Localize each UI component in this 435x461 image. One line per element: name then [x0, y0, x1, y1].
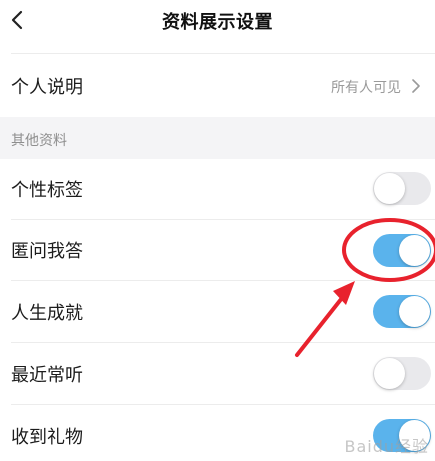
- toggle-label: 匿问我答: [11, 241, 83, 262]
- toggle-label: 最近常听: [11, 365, 83, 386]
- toggle-knob: [399, 296, 430, 327]
- toggle-row-tags: 个性标签: [0, 159, 435, 219]
- recently-listened-toggle[interactable]: [373, 357, 431, 390]
- toggle-label: 收到礼物: [11, 427, 83, 448]
- page-title: 资料展示设置: [162, 12, 273, 33]
- toggle-row-achievements: 人生成就: [0, 281, 435, 342]
- section-title: 其他资料: [11, 133, 67, 149]
- toggle-label: 个性标签: [11, 180, 83, 201]
- toggle-knob: [374, 358, 405, 389]
- anonymous-qa-toggle[interactable]: [373, 234, 431, 267]
- personal-note-visibility: 所有人可见: [331, 80, 401, 96]
- chevron-right-icon: [412, 79, 420, 93]
- toggle-row-anonymous-qa: 匿问我答: [0, 220, 435, 280]
- section-header-other-info: 其他资料: [0, 117, 435, 159]
- nav-bar: 资料展示设置: [0, 0, 435, 44]
- toggle-knob: [399, 235, 430, 266]
- watermark: Baidu经验: [344, 437, 429, 456]
- personal-note-row[interactable]: 个人说明 所有人可见: [0, 54, 435, 117]
- achievements-toggle[interactable]: [373, 295, 431, 328]
- personal-note-label: 个人说明: [11, 77, 83, 98]
- toggle-row-recently-listened: 最近常听: [0, 343, 435, 404]
- toggle-knob: [374, 173, 405, 204]
- toggle-label: 人生成就: [11, 303, 83, 324]
- tags-toggle[interactable]: [373, 172, 431, 205]
